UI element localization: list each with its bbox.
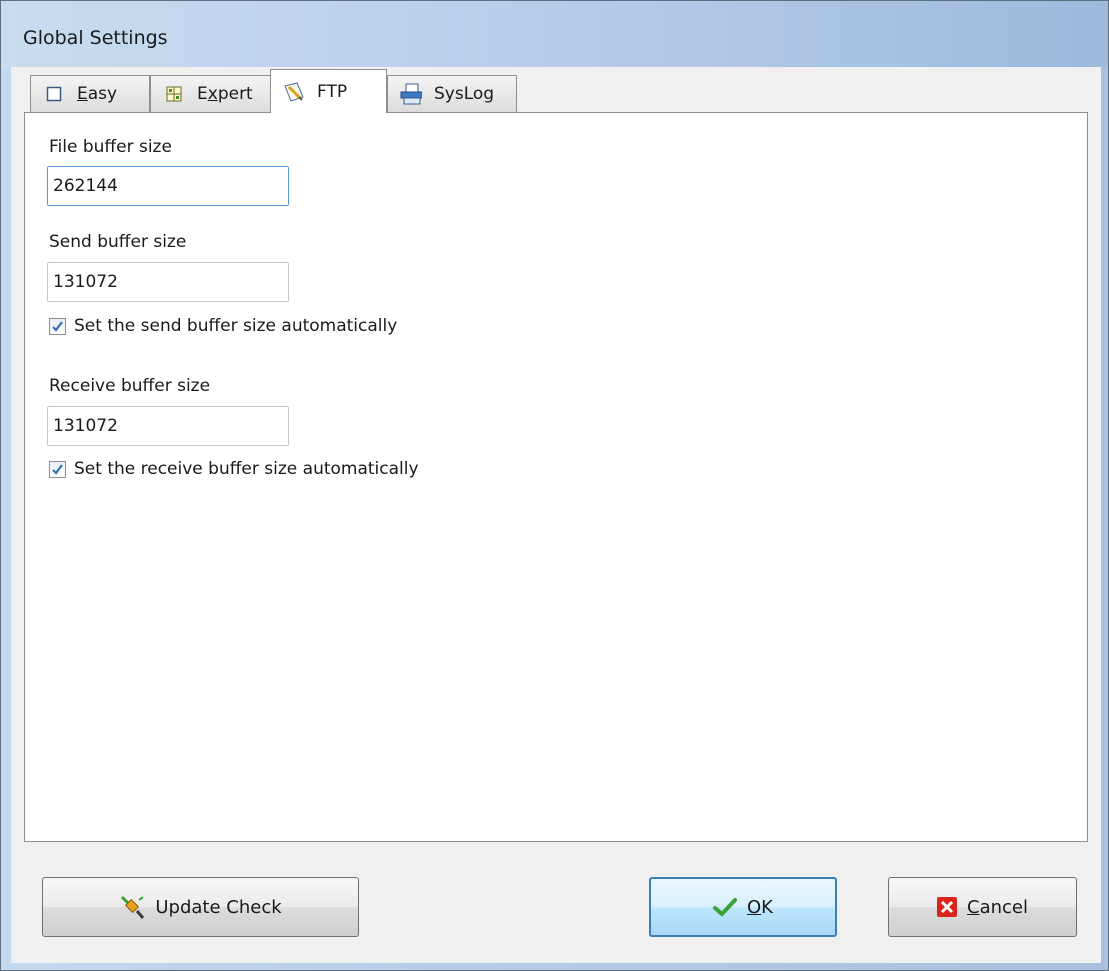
send-buffer-size-input[interactable]: 131072 [47, 262, 289, 302]
ok-label: OK [747, 896, 773, 918]
title-bar[interactable]: Global Settings [1, 1, 1108, 67]
tab-expert-label: Expert [197, 84, 253, 104]
send-buffer-auto-label: Set the send buffer size automatically [74, 316, 398, 336]
global-settings-window: Global Settings Easy Expert FTP SysLog F… [0, 0, 1109, 971]
tab-ftp-label: FTP [317, 81, 348, 102]
checkbox-checked-icon [49, 317, 66, 335]
tab-expert[interactable]: Expert [150, 75, 279, 112]
tab-syslog-label: SysLog [434, 84, 495, 104]
file-buffer-size-label: File buffer size [49, 137, 172, 157]
window-title: Global Settings [23, 27, 168, 49]
tab-easy-label: Easy [77, 84, 118, 104]
send-buffer-auto-checkbox[interactable]: Set the send buffer size automatically [49, 316, 397, 336]
update-check-button[interactable]: Update Check [42, 877, 359, 937]
send-buffer-size-label: Send buffer size [49, 232, 187, 252]
pencil-paper-icon [283, 81, 305, 103]
cancel-label: Cancel [967, 896, 1028, 918]
update-plug-icon [119, 894, 145, 920]
grid-icon [163, 83, 185, 105]
close-icon [937, 897, 957, 917]
receive-buffer-size-input[interactable]: 131072 [47, 406, 289, 446]
update-check-label: Update Check [155, 896, 282, 918]
tab-easy[interactable]: Easy [30, 75, 150, 112]
empty-square-icon [43, 83, 65, 105]
cancel-button[interactable]: Cancel [888, 877, 1077, 937]
ok-button[interactable]: OK [649, 877, 837, 937]
receive-buffer-auto-checkbox[interactable]: Set the receive buffer size automaticall… [49, 459, 419, 479]
receive-buffer-size-label: Receive buffer size [49, 376, 211, 396]
document-tray-icon [400, 83, 422, 105]
tab-strip: Easy Expert FTP SysLog [11, 69, 1101, 113]
checkmark-icon [713, 897, 737, 917]
file-buffer-size-input[interactable]: 262144 [47, 166, 289, 206]
receive-buffer-auto-label: Set the receive buffer size automaticall… [74, 459, 419, 479]
tab-syslog[interactable]: SysLog [387, 75, 517, 112]
checkbox-checked-icon [49, 460, 66, 478]
tab-ftp[interactable]: FTP [270, 69, 387, 113]
